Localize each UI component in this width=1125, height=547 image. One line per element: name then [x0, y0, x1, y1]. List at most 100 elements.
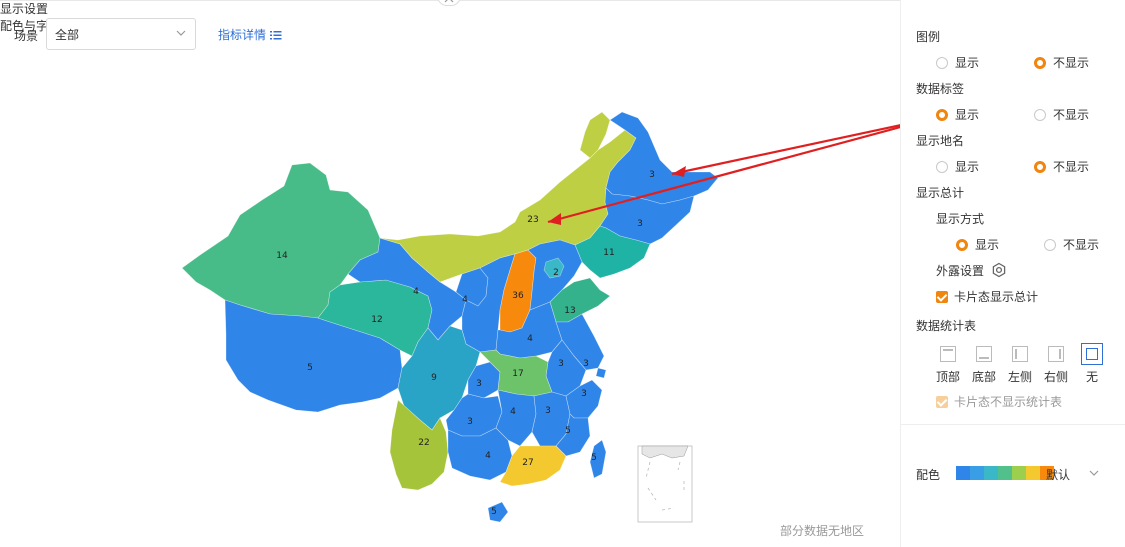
palette-swatches[interactable] [956, 466, 1054, 480]
region-data-label: 5 [491, 507, 497, 517]
legend-hide-radio[interactable]: 不显示 [1034, 54, 1089, 71]
layout-none-icon [1081, 343, 1103, 365]
palette-swatch [984, 466, 998, 480]
layout-left-icon [1012, 346, 1028, 362]
radio-label: 不显示 [1053, 108, 1090, 122]
region-guangxi[interactable] [447, 427, 513, 481]
data-label-label: 数据标签 [916, 82, 965, 96]
card-show-total-checkbox[interactable]: 卡片态显示总计 [936, 288, 1038, 305]
display-settings-title: 显示设置 [0, 2, 49, 16]
palette-swatch [1012, 466, 1026, 480]
palette-name[interactable]: 默认 [1046, 466, 1070, 483]
radio-circle [936, 56, 948, 69]
region-data-label: 3 [476, 379, 482, 389]
no-region-data-note: 部分数据无地区 [780, 524, 865, 538]
region-data-label: 23 [527, 215, 538, 225]
region-data-label: 5 [307, 363, 313, 373]
total-show-radio[interactable]: 显示 [956, 236, 999, 253]
checkbox-check-icon [936, 395, 948, 408]
radio-label: 显示 [955, 56, 980, 70]
layout-top-icon [940, 346, 956, 362]
palette-swatch [956, 466, 970, 480]
radio-label: 不显示 [1053, 160, 1090, 174]
radio-label: 显示 [955, 108, 980, 122]
palette-swatch [1026, 466, 1040, 480]
region-data-label: 13 [564, 306, 575, 316]
region-data-label: 11 [603, 248, 614, 258]
radio-label: 显示 [975, 238, 1000, 252]
radio-circle [1034, 160, 1046, 173]
scene-select[interactable]: 全部 [46, 18, 196, 50]
place-name-show-radio[interactable]: 显示 [936, 158, 979, 175]
region-data-label: 3 [558, 359, 564, 369]
radio-circle [936, 108, 948, 121]
region-data-label: 2 [553, 268, 559, 278]
legend-label: 图例 [916, 30, 941, 44]
region-data-label: 4 [510, 407, 516, 417]
layout-bottom-icon [976, 346, 992, 362]
stats-position-top[interactable]: 顶部 [934, 346, 962, 385]
chevron-down-icon[interactable] [1088, 467, 1100, 479]
exposed-settings-label: 外露设置 [936, 264, 985, 278]
position-label: 无 [1085, 370, 1098, 384]
gear-icon[interactable] [991, 262, 1007, 278]
stats-position-left[interactable]: 左侧 [1006, 346, 1034, 385]
region-data-label: 3 [583, 359, 589, 369]
position-label: 底部 [971, 370, 996, 384]
chevron-up-icon [444, 0, 454, 2]
place-name-label: 显示地名 [916, 134, 965, 148]
radio-label: 不显示 [1063, 238, 1100, 252]
region-data-label: 4 [485, 451, 491, 461]
section-divider [900, 424, 1125, 425]
region-data-label: 12 [371, 315, 382, 325]
region-data-label: 5 [591, 453, 597, 463]
scene-select-value: 全部 [55, 27, 80, 42]
region-shanghai[interactable] [595, 367, 607, 379]
data-label-show-radio[interactable]: 显示 [936, 106, 979, 123]
scene-label: 场景 [14, 29, 39, 43]
stats-position-bottom[interactable]: 底部 [970, 346, 998, 385]
region-data-label: 9 [431, 373, 437, 383]
region-data-label: 27 [522, 458, 533, 468]
region-data-label: 5 [565, 426, 571, 436]
region-data-label: 4 [413, 287, 419, 297]
region-data-label: 36 [512, 291, 524, 301]
checkbox-label: 卡片态不显示统计表 [954, 395, 1063, 409]
region-data-label: 3 [581, 389, 587, 399]
stats-position-right[interactable]: 右侧 [1042, 346, 1070, 385]
checkbox-label: 卡片态显示总计 [954, 290, 1039, 304]
region-data-label: 3 [467, 417, 473, 427]
region-data-label: 4 [527, 334, 533, 344]
card-hide-stats-checkbox[interactable]: 卡片态不显示统计表 [936, 393, 1062, 410]
radio-label: 显示 [955, 160, 980, 174]
position-label: 左侧 [1007, 370, 1032, 384]
radio-label: 不显示 [1053, 56, 1090, 70]
region-data-label: 3 [649, 170, 655, 180]
chevron-down-icon [176, 30, 186, 36]
palette-swatch [970, 466, 984, 480]
radio-circle [1034, 108, 1046, 121]
indicator-detail-link[interactable]: 指标详情 [218, 26, 282, 43]
south-china-sea-inset [637, 445, 693, 523]
region-data-label: 3 [545, 406, 551, 416]
show-total-label: 显示总计 [916, 186, 965, 200]
region-data-label: 4 [462, 295, 468, 305]
radio-circle [956, 238, 968, 251]
region-data-label: 14 [276, 251, 288, 261]
radio-circle [1044, 238, 1056, 251]
legend-show-radio[interactable]: 显示 [936, 54, 979, 71]
color-label: 配色 [916, 468, 941, 482]
checkbox-check-icon [936, 290, 948, 303]
data-label-hide-radio[interactable]: 不显示 [1034, 106, 1089, 123]
total-hide-radio[interactable]: 不显示 [1044, 236, 1099, 253]
stats-position-none[interactable]: 无 [1078, 343, 1106, 385]
region-data-label: 17 [512, 369, 523, 379]
radio-circle [1034, 56, 1046, 69]
region-data-label: 3 [637, 219, 643, 229]
position-label: 顶部 [935, 370, 960, 384]
position-label: 右侧 [1043, 370, 1068, 384]
display-mode-label: 显示方式 [936, 212, 985, 226]
list-icon [270, 30, 282, 39]
place-name-hide-radio[interactable]: 不显示 [1034, 158, 1089, 175]
indicator-detail-label: 指标详情 [218, 28, 267, 42]
